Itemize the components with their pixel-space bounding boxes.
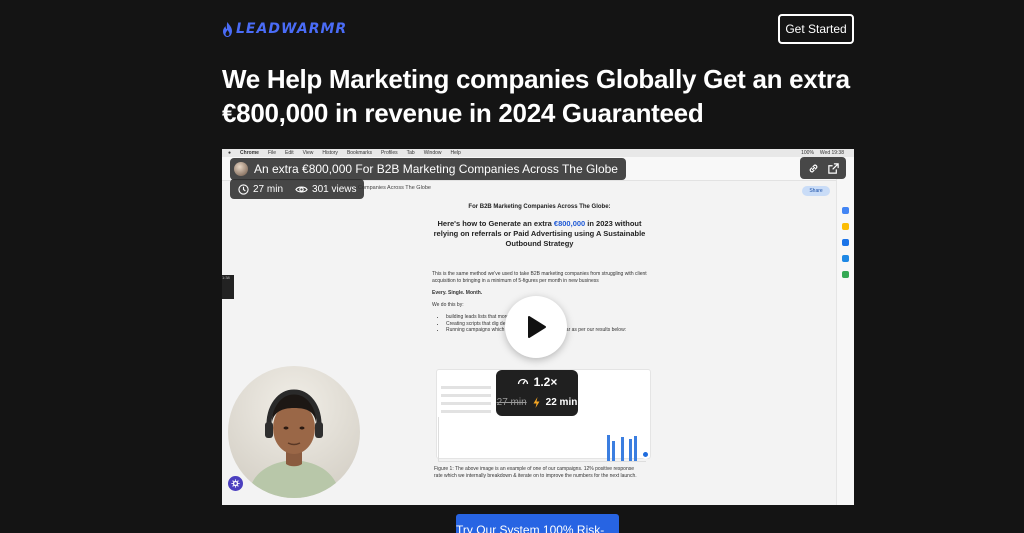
maps-icon: [842, 271, 849, 278]
menu-item-history: History: [322, 150, 338, 156]
dashboard-row: [441, 386, 491, 389]
flame-icon: [223, 21, 232, 37]
chart-bar: [621, 437, 624, 461]
link-icon[interactable]: [804, 160, 822, 176]
video-player[interactable]: ● Chrome File Edit View History Bookmark…: [222, 149, 854, 505]
chart-bar: [607, 435, 610, 461]
presenter-webcam: [228, 366, 360, 498]
playback-speed: 1.2×: [533, 375, 558, 389]
video-views: 301 views: [312, 183, 357, 195]
time-saved-row: 27 min 22 min: [496, 397, 578, 408]
scroll-position-indicator: [641, 450, 650, 459]
doc-heading-amount: €800,000: [553, 219, 586, 228]
dashboard-row: [441, 402, 491, 405]
keep-icon: [842, 223, 849, 230]
logo[interactable]: LEADWARMR: [222, 21, 347, 37]
doc-paragraph: This is the same method we've used to ta…: [432, 271, 647, 284]
clock-icon: [238, 183, 249, 195]
chart-bar: [629, 439, 632, 461]
doc-heading-pre: Here's how to Generate an extra: [437, 219, 554, 228]
tasks-icon: [842, 239, 849, 246]
eye-icon: [295, 186, 308, 192]
presenter-portrait: [248, 389, 340, 498]
video-title-bar: An extra €800,000 For B2B Marketing Comp…: [230, 158, 626, 180]
battery-level: 100%: [801, 150, 814, 156]
apple-icon: ●: [228, 150, 232, 156]
lightning-icon: [533, 397, 540, 408]
doc-kicker: For B2B Marketing Companies Across The G…: [468, 204, 611, 210]
recording-strip: 1:38: [222, 275, 234, 299]
docs-side-panel: [836, 179, 854, 505]
views-item: 301 views: [295, 184, 356, 195]
menu-item-profiles: Profiles: [380, 150, 398, 156]
mac-status-area: 100% Wed 19:38: [801, 149, 844, 157]
chart-bar: [634, 436, 637, 461]
play-button[interactable]: [505, 296, 567, 358]
campaign-bar-chart: [438, 417, 646, 462]
menu-item-tab: Tab: [406, 150, 415, 156]
mac-menubar: ● Chrome File Edit View History Bookmark…: [222, 149, 854, 157]
menu-item-window: Window: [423, 150, 442, 156]
headline-line-1: We Help Marketing companies Globally Get…: [222, 64, 850, 94]
video-title: An extra €800,000 For B2B Marketing Comp…: [254, 162, 618, 176]
logo-text: LEADWARMR: [236, 21, 348, 37]
menu-item-edit: Edit: [285, 150, 294, 156]
video-tools: [800, 157, 846, 179]
sped-up-duration: 22 min: [545, 397, 578, 408]
page-headline: We Help Marketing companies Globally Get…: [222, 62, 854, 130]
external-link-icon[interactable]: [824, 160, 842, 176]
menu-item-chrome: Chrome: [240, 150, 259, 156]
menu-item-bookmarks: Bookmarks: [346, 150, 372, 156]
headline-line-2: €800,000 in revenue in 2024 Guaranteed: [222, 98, 704, 128]
menu-item-help: Help: [450, 150, 461, 156]
video-meta: 27 min 301 views: [230, 179, 365, 199]
figure-caption: Figure 1: The above image is an example …: [434, 466, 637, 479]
get-started-button[interactable]: Get Started: [778, 14, 854, 44]
gear-icon: [231, 479, 240, 488]
landing-page: LEADWARMR Get Started We Help Marketing …: [0, 0, 1024, 533]
header: LEADWARMR Get Started: [222, 14, 854, 44]
speed-row: 1.2×: [496, 375, 578, 389]
menu-item-view: View: [302, 150, 314, 156]
avatar: [234, 162, 248, 176]
speedometer-icon: [517, 378, 528, 385]
dashboard-row: [441, 410, 491, 413]
menu-item-file: File: [267, 150, 276, 156]
duration-item: 27 min: [238, 184, 283, 195]
play-icon: [528, 316, 546, 338]
speed-badge[interactable]: 1.2× 27 min 22 min: [496, 370, 578, 416]
recording-timer: 1:38: [222, 275, 230, 280]
chart-bar: [612, 441, 615, 461]
calendar-icon: [842, 207, 849, 214]
settings-button[interactable]: [228, 476, 243, 491]
mac-clock: Wed 19:38: [819, 150, 844, 156]
contacts-icon: [842, 255, 849, 262]
doc-heading: Here's how to Generate an extra €800,000…: [432, 219, 647, 249]
doc-title: Companies Across The Globe: [358, 185, 431, 191]
original-duration: 27 min: [496, 397, 527, 408]
try-system-button[interactable]: Try Our System 100% Risk-free: [456, 514, 619, 533]
video-duration: 27 min: [253, 183, 284, 195]
share-button: Share: [802, 186, 830, 196]
dashboard-row: [441, 394, 491, 397]
